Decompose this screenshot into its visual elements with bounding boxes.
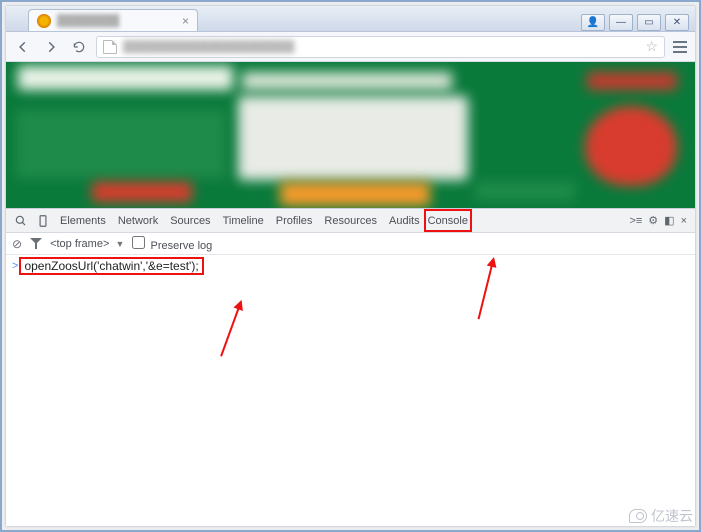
bookmark-star-icon[interactable]: ☆ (645, 38, 658, 55)
console-input-code[interactable]: openZoosUrl('chatwin','&e=test'); (24, 259, 198, 273)
tab-sources[interactable]: Sources (164, 209, 216, 232)
filter-icon[interactable] (30, 238, 42, 250)
address-bar[interactable]: ██████████████████████ ☆ (96, 36, 665, 58)
watermark-logo-icon (629, 509, 647, 523)
preserve-log-checkbox[interactable] (132, 236, 145, 249)
forward-button[interactable] (40, 36, 62, 58)
page-content (6, 62, 695, 208)
url-text: ██████████████████████ (123, 41, 645, 53)
devtools-close-icon[interactable]: × (681, 215, 687, 227)
device-icon[interactable] (32, 214, 54, 228)
drawer-toggle-icon[interactable]: >≡ (629, 215, 642, 227)
tab-resources[interactable]: Resources (318, 209, 383, 232)
console-body[interactable]: > openZoosUrl('chatwin','&e=test'); (6, 255, 695, 526)
chrome-menu-icon[interactable] (671, 41, 689, 53)
browser-toolbar: ██████████████████████ ☆ (6, 32, 695, 62)
settings-gear-icon[interactable]: ⚙ (648, 214, 658, 227)
inspect-icon[interactable] (10, 214, 32, 228)
tab-network[interactable]: Network (112, 209, 164, 232)
browser-tab[interactable]: ████████ × (28, 9, 198, 31)
tab-close-icon[interactable]: × (182, 14, 189, 28)
tab-console[interactable]: Console (424, 209, 472, 232)
window-close-button[interactable]: ✕ (665, 14, 689, 31)
console-filter-bar: ⊘ <top frame> ▼ Preserve log (6, 233, 695, 255)
frame-selector[interactable]: <top frame> ▼ (50, 238, 124, 250)
devtools-tabbar: Elements Network Sources Timeline Profil… (6, 209, 695, 233)
tab-elements[interactable]: Elements (54, 209, 112, 232)
preserve-log-toggle[interactable]: Preserve log (132, 236, 212, 252)
reload-button[interactable] (68, 36, 90, 58)
window-titlebar: ████████ × 👤 — ▭ ✕ (6, 6, 695, 32)
maximize-button[interactable]: ▭ (637, 14, 661, 31)
tab-title: ████████ (57, 15, 182, 27)
clear-console-icon[interactable]: ⊘ (12, 237, 22, 251)
console-prompt-icon: > (12, 260, 18, 272)
minimize-button[interactable]: — (609, 14, 633, 31)
tab-audits[interactable]: Audits (383, 209, 426, 232)
devtools-panel: Elements Network Sources Timeline Profil… (6, 208, 695, 526)
tab-favicon (37, 14, 51, 28)
back-button[interactable] (12, 36, 34, 58)
tab-profiles[interactable]: Profiles (270, 209, 319, 232)
user-button[interactable]: 👤 (581, 14, 605, 31)
page-icon (103, 40, 117, 54)
dock-icon[interactable]: ◧ (664, 214, 674, 227)
watermark: 亿速云 (629, 506, 693, 526)
tab-timeline[interactable]: Timeline (217, 209, 270, 232)
